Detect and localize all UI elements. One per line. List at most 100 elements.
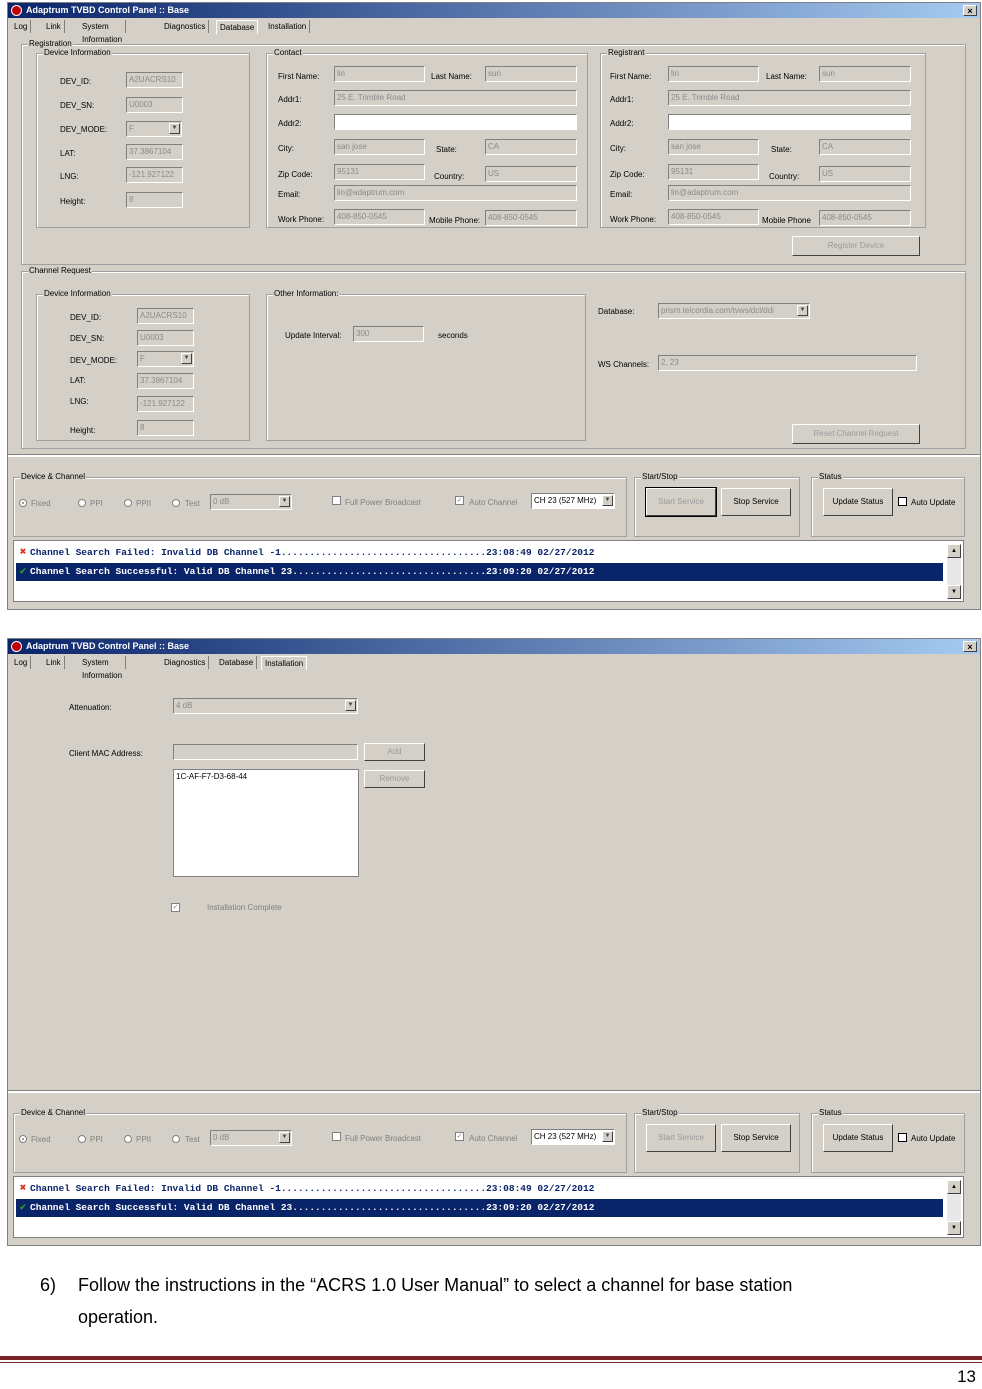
lng-field[interactable]: -121.927122 bbox=[126, 167, 183, 183]
radio-fixed[interactable] bbox=[19, 499, 27, 507]
cr-lat-field[interactable]: 37.3867104 bbox=[137, 373, 194, 389]
cr-dev-sn-field[interactable]: U0003 bbox=[137, 330, 194, 346]
start-service-button[interactable]: Start Service bbox=[645, 487, 717, 517]
auto-update-checkbox[interactable] bbox=[898, 497, 907, 506]
test-level-select[interactable]: 0 dB ▼ bbox=[210, 494, 292, 510]
update-status-button[interactable]: Update Status bbox=[823, 488, 893, 516]
radio-fixed[interactable] bbox=[19, 1135, 27, 1143]
registrant-addr1-field[interactable]: 25 E. Trimble Road bbox=[668, 90, 911, 106]
mac-list[interactable]: 1C-AF-F7-D3-68-44 bbox=[173, 769, 359, 877]
contact-last-name-field[interactable]: sun bbox=[485, 66, 577, 82]
contact-state-field[interactable]: CA bbox=[485, 139, 577, 155]
tab-log[interactable]: Log bbox=[11, 656, 32, 669]
contact-country-field[interactable]: US bbox=[485, 166, 577, 182]
close-button[interactable]: × bbox=[963, 5, 977, 16]
registrant-zip-field[interactable]: 95131 bbox=[668, 164, 759, 180]
registrant-last-name-field[interactable]: sun bbox=[819, 66, 911, 82]
contact-work-phone-label: Work Phone: bbox=[278, 215, 325, 224]
dev-sn-field[interactable]: U0003 bbox=[126, 97, 183, 113]
ws-channels-field[interactable]: 2, 23 bbox=[658, 355, 917, 371]
contact-email-field[interactable]: lin@adaptrum.com bbox=[334, 185, 577, 201]
update-interval-field[interactable]: 300 bbox=[353, 326, 424, 342]
registrant-first-name-field[interactable]: lin bbox=[668, 66, 759, 82]
cr-height-field[interactable]: 8 bbox=[137, 420, 194, 436]
cr-dev-id-field[interactable]: A2UACRS10 bbox=[137, 308, 194, 324]
log-scrollbar[interactable]: ▲ ▼ bbox=[947, 1180, 961, 1235]
log-entry-selected[interactable]: ✔ Channel Search Successful: Valid DB Cha… bbox=[16, 1199, 943, 1217]
update-interval-label: Update Interval: bbox=[285, 331, 342, 340]
test-level-select[interactable]: 0 dB ▼ bbox=[210, 1130, 292, 1146]
tab-log[interactable]: Log bbox=[11, 20, 32, 33]
log-entry-selected[interactable]: ✔ Channel Search Successful: Valid DB Cha… bbox=[16, 563, 943, 581]
contact-city-field[interactable]: san jose bbox=[334, 139, 425, 155]
log-entry[interactable]: ✖ Channel Search Failed: Invalid DB Chann… bbox=[16, 544, 943, 562]
registrant-country-field[interactable]: US bbox=[819, 166, 911, 182]
reset-channel-request-button[interactable]: Reset Channel Request bbox=[792, 424, 920, 444]
cr-device-info-label: Device Information bbox=[43, 289, 112, 299]
registrant-mobile-phone-field[interactable]: 408-850-0545 bbox=[819, 210, 911, 226]
cr-dev-mode-select[interactable]: F ▼ bbox=[137, 351, 194, 367]
update-status-button[interactable]: Update Status bbox=[823, 1124, 893, 1152]
mac-list-item[interactable]: 1C-AF-F7-D3-68-44 bbox=[176, 772, 356, 782]
scroll-up-icon[interactable]: ▲ bbox=[947, 544, 961, 558]
registrant-state-field[interactable]: CA bbox=[819, 139, 911, 155]
tab-database[interactable]: Database bbox=[216, 20, 259, 34]
auto-update-checkbox[interactable] bbox=[898, 1133, 907, 1142]
contact-work-phone-field[interactable]: 408-850-0545 bbox=[334, 209, 425, 225]
auto-channel-checkbox[interactable]: ✓ bbox=[455, 1132, 464, 1141]
tab-system-information[interactable]: System Information bbox=[79, 656, 127, 680]
contact-first-name-field[interactable]: lin bbox=[334, 66, 425, 82]
registrant-city-field[interactable]: san jose bbox=[668, 139, 759, 155]
log-list[interactable]: ✖ Channel Search Failed: Invalid DB Chann… bbox=[13, 540, 964, 602]
installation-complete-checkbox[interactable]: ✓ bbox=[171, 903, 180, 912]
dev-mode-select[interactable]: F ▼ bbox=[126, 121, 182, 137]
radio-ppii[interactable] bbox=[124, 499, 132, 507]
scroll-down-icon[interactable]: ▼ bbox=[947, 585, 961, 599]
remove-button[interactable]: Remove bbox=[364, 770, 425, 788]
tab-link[interactable]: Link bbox=[43, 656, 65, 669]
contact-addr2-field[interactable] bbox=[334, 114, 577, 130]
registrant-email-field[interactable]: lin@adaptrum.com bbox=[668, 185, 911, 201]
lat-field[interactable]: 37.3867104 bbox=[126, 144, 183, 160]
height-field[interactable]: 8 bbox=[126, 192, 183, 208]
tab-diagnostics[interactable]: Diagnostics bbox=[161, 20, 210, 33]
tab-link[interactable]: Link bbox=[43, 20, 65, 33]
contact-mobile-phone-field[interactable]: 408-850-0545 bbox=[485, 210, 577, 226]
registrant-work-phone-field[interactable]: 408-850-0545 bbox=[668, 209, 759, 225]
log-scrollbar[interactable]: ▲ ▼ bbox=[947, 544, 961, 599]
scroll-down-icon[interactable]: ▼ bbox=[947, 1221, 961, 1235]
add-button[interactable]: Add bbox=[364, 743, 425, 761]
register-device-button[interactable]: Register Device bbox=[792, 236, 920, 256]
client-mac-field[interactable] bbox=[173, 744, 358, 760]
cr-lng-field[interactable]: -121.927122 bbox=[137, 396, 194, 412]
radio-ppi[interactable] bbox=[78, 499, 86, 507]
close-button[interactable]: × bbox=[963, 641, 977, 652]
radio-test[interactable] bbox=[172, 1135, 180, 1143]
stop-service-button[interactable]: Stop Service bbox=[721, 1124, 791, 1152]
tab-system-information[interactable]: System Information bbox=[79, 20, 127, 44]
scroll-up-icon[interactable]: ▲ bbox=[947, 1180, 961, 1194]
auto-channel-checkbox[interactable]: ✓ bbox=[455, 496, 464, 505]
database-select[interactable]: prism.telcordia.com/tvws/dcl/ddi ▼ bbox=[658, 303, 810, 319]
full-power-checkbox[interactable] bbox=[332, 1132, 341, 1141]
full-power-checkbox[interactable] bbox=[332, 496, 341, 505]
log-list[interactable]: ✖ Channel Search Failed: Invalid DB Chann… bbox=[13, 1176, 964, 1238]
contact-addr1-field[interactable]: 25 E. Trimble Road bbox=[334, 90, 577, 106]
channel-select[interactable]: CH 23 (527 MHz) ▼ bbox=[531, 1129, 615, 1145]
contact-zip-field[interactable]: 95131 bbox=[334, 164, 425, 180]
radio-ppii[interactable] bbox=[124, 1135, 132, 1143]
log-entry[interactable]: ✖ Channel Search Failed: Invalid DB Chann… bbox=[16, 1180, 943, 1198]
registrant-addr2-field[interactable] bbox=[668, 114, 911, 130]
tab-diagnostics[interactable]: Diagnostics bbox=[161, 656, 210, 669]
start-service-button[interactable]: Start Service bbox=[646, 1124, 716, 1152]
tab-installation[interactable]: Installation bbox=[265, 20, 311, 33]
tab-database[interactable]: Database bbox=[216, 656, 258, 669]
channel-select[interactable]: CH 23 (527 MHz) ▼ bbox=[531, 493, 615, 509]
dev-id-field[interactable]: A2UACRS10 bbox=[126, 72, 183, 88]
stop-service-button[interactable]: Stop Service bbox=[721, 488, 791, 516]
tab-installation[interactable]: Installation bbox=[261, 656, 308, 670]
radio-test[interactable] bbox=[172, 499, 180, 507]
database-label: Database: bbox=[598, 307, 635, 316]
attenuation-select[interactable]: 4 dB ▼ bbox=[173, 698, 358, 714]
radio-ppi[interactable] bbox=[78, 1135, 86, 1143]
